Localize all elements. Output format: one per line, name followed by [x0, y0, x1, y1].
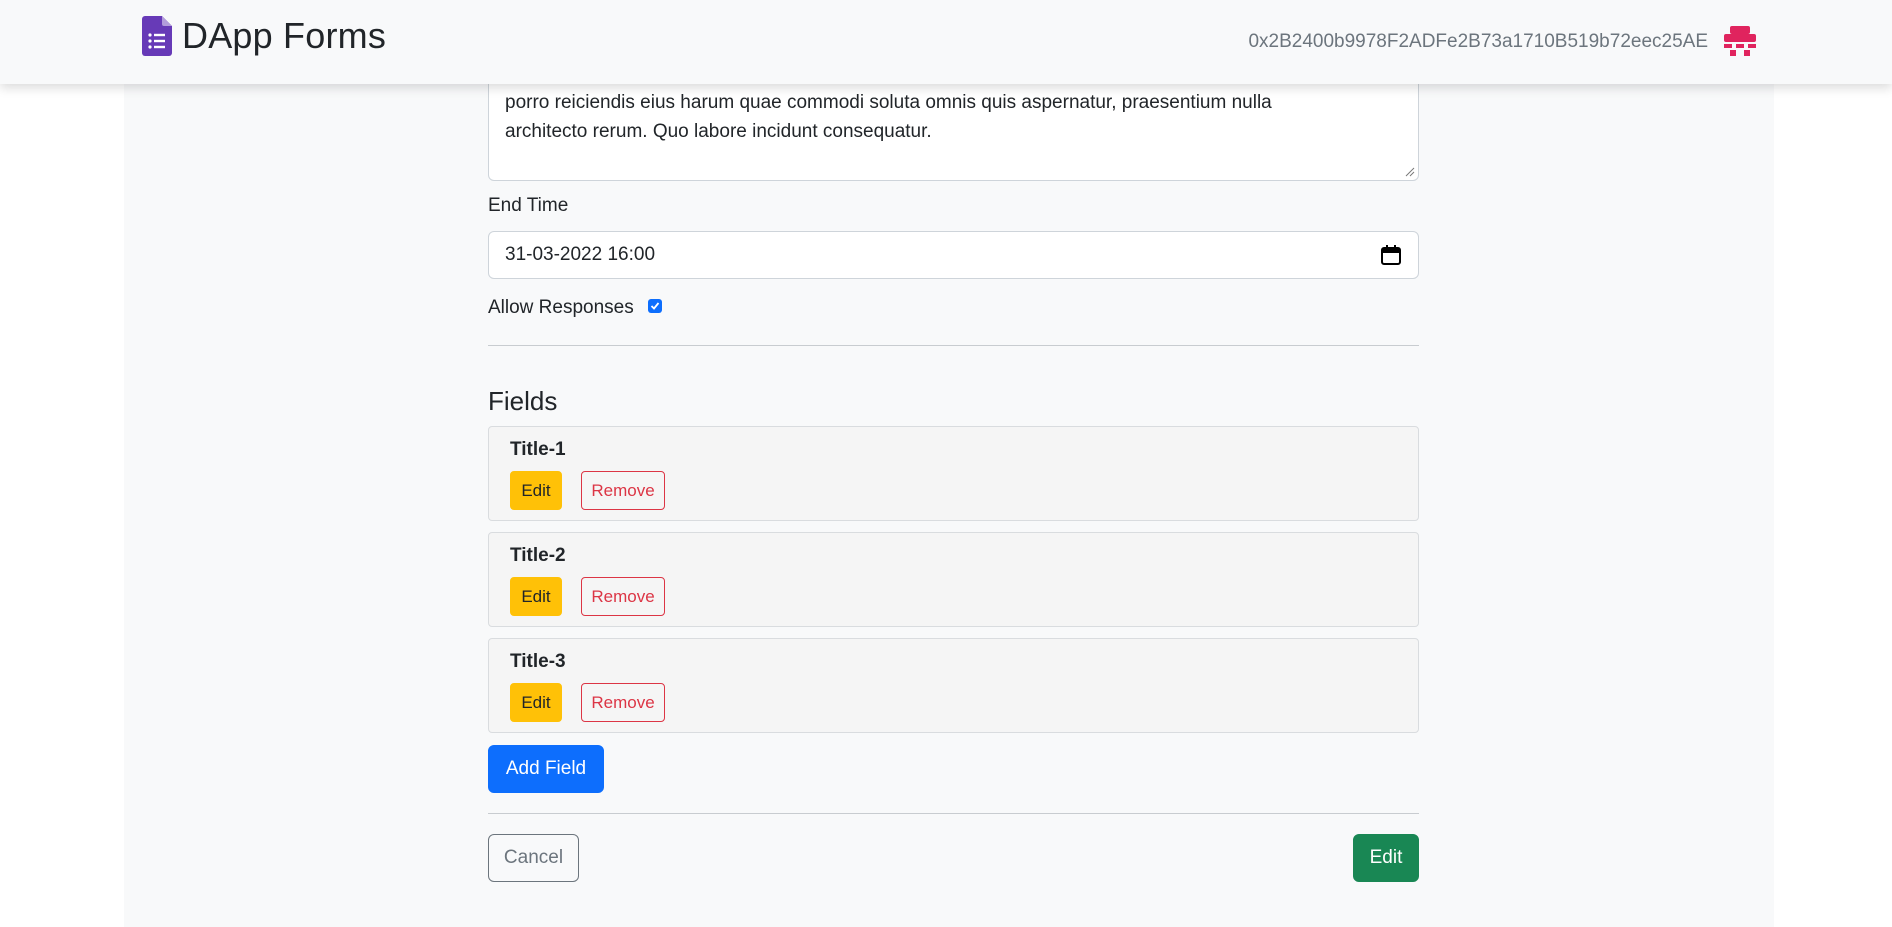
brand[interactable]: DApp Forms	[142, 14, 386, 58]
field-card: Title-3 Edit Remove	[488, 638, 1419, 733]
field-title: Title-3	[510, 651, 566, 672]
description-line-2: architecto rerum. Quo labore incidunt co…	[505, 121, 932, 142]
cancel-button[interactable]: Cancel	[488, 834, 579, 882]
end-time-input[interactable]: 31-03-2022 16:00	[488, 231, 1419, 279]
navbar: DApp Forms 0x2B2400b9978F2ADFe2B73a1710B…	[0, 0, 1892, 84]
divider	[488, 813, 1419, 814]
edit-field-button[interactable]: Edit	[510, 683, 562, 722]
wallet-address: 0x2B2400b9978F2ADFe2B73a1710B519b72eec25…	[1248, 31, 1708, 52]
field-title: Title-2	[510, 545, 566, 566]
identicon-avatar[interactable]	[1722, 24, 1758, 60]
remove-field-button[interactable]: Remove	[581, 471, 665, 510]
checkmark-icon	[650, 302, 660, 310]
fields-heading: Fields	[488, 386, 558, 416]
field-card: Title-2 Edit Remove	[488, 532, 1419, 627]
end-time-value: 31-03-2022 16:00	[505, 244, 656, 265]
account-info: 0x2B2400b9978F2ADFe2B73a1710B519b72eec25…	[1248, 24, 1758, 60]
submit-edit-button[interactable]: Edit	[1353, 834, 1419, 882]
remove-field-button[interactable]: Remove	[581, 683, 665, 722]
field-title: Title-1	[510, 439, 566, 460]
allow-responses-label: Allow Responses	[488, 297, 634, 318]
brand-name: DApp Forms	[182, 15, 387, 56]
end-time-label: End Time	[488, 195, 569, 216]
divider	[488, 345, 1419, 346]
remove-field-button[interactable]: Remove	[581, 577, 665, 616]
calendar-icon[interactable]	[1380, 244, 1402, 266]
edit-field-button[interactable]: Edit	[510, 471, 562, 510]
google-forms-icon	[142, 16, 172, 56]
allow-responses-checkbox[interactable]	[648, 299, 662, 313]
field-card: Title-1 Edit Remove	[488, 426, 1419, 521]
description-line-1: porro reiciendis eius harum quae commodi…	[505, 92, 1272, 113]
edit-field-button[interactable]: Edit	[510, 577, 562, 616]
resize-grip-icon[interactable]	[1405, 167, 1415, 177]
add-field-button[interactable]: Add Field	[488, 745, 604, 793]
